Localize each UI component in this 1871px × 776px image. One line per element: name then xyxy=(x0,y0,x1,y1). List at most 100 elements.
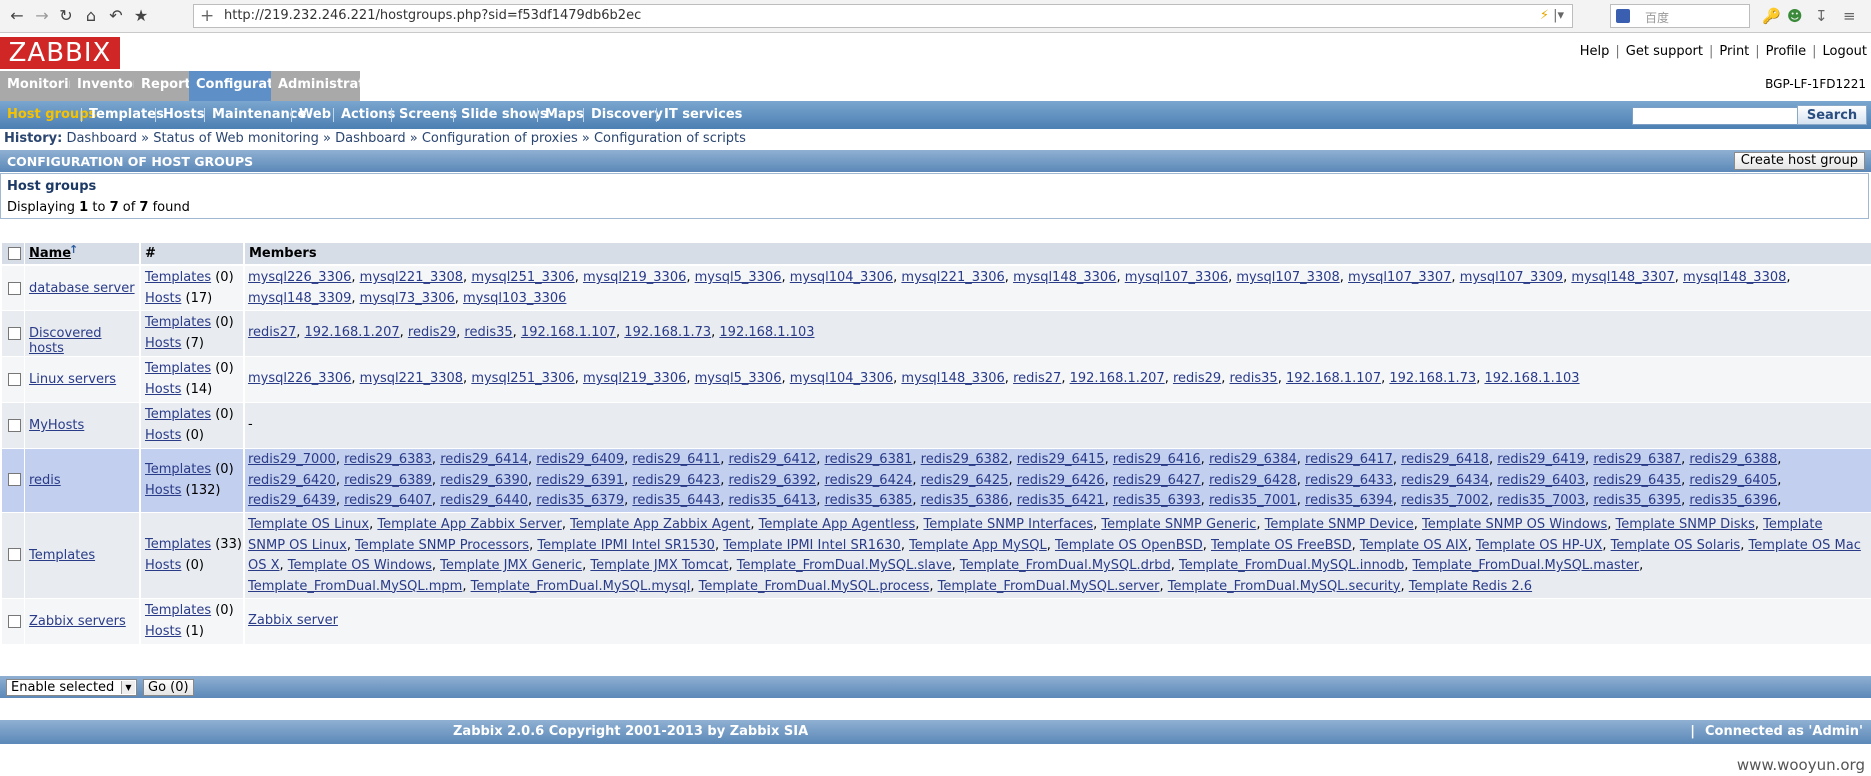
member-link[interactable]: redis29_6411 xyxy=(632,452,720,467)
history-item[interactable]: Configuration of proxies xyxy=(422,131,578,146)
row-checkbox[interactable] xyxy=(8,548,21,561)
select-all-checkbox[interactable] xyxy=(8,247,21,260)
member-link[interactable]: Template_FromDual.MySQL.innodb xyxy=(1179,558,1404,573)
member-link[interactable]: Template App Agentless xyxy=(759,517,916,532)
tab-monitoring[interactable]: Monitoring xyxy=(0,71,87,101)
chevron-down-icon[interactable]: ▼ xyxy=(121,681,135,694)
forward-icon[interactable]: → xyxy=(31,6,53,26)
member-link[interactable]: Template SNMP Disks xyxy=(1616,517,1755,532)
member-link[interactable]: redis29_6387 xyxy=(1593,452,1681,467)
member-link[interactable]: mysql221_3306 xyxy=(901,270,1004,285)
member-link[interactable]: redis29_6420 xyxy=(248,473,336,488)
member-link[interactable]: redis29_6384 xyxy=(1209,452,1297,467)
member-link[interactable]: redis35_7002 xyxy=(1401,493,1489,508)
hosts-link[interactable]: Hosts xyxy=(145,558,181,573)
member-link[interactable]: redis35_6395 xyxy=(1593,493,1681,508)
member-link[interactable]: redis29_7000 xyxy=(248,452,336,467)
member-link[interactable]: redis35_6385 xyxy=(825,493,913,508)
member-link[interactable]: Template_FromDual.MySQL.security xyxy=(1168,579,1401,594)
hosts-link[interactable]: Hosts xyxy=(145,382,181,397)
member-link[interactable]: mysql251_3306 xyxy=(471,270,574,285)
user-icon[interactable]: ☻ xyxy=(1787,7,1803,25)
submenu-templates[interactable]: Templates xyxy=(89,107,164,122)
member-link[interactable]: mysql226_3306 xyxy=(248,270,351,285)
hosts-link[interactable]: Hosts xyxy=(145,624,181,639)
reload-icon[interactable]: ↻ xyxy=(55,6,77,26)
member-link[interactable]: Template_FromDual.MySQL.drbd xyxy=(960,558,1171,573)
group-name-link[interactable]: Linux servers xyxy=(29,372,116,387)
member-link[interactable]: 192.168.1.103 xyxy=(1484,371,1579,386)
key-icon[interactable]: 🔑 xyxy=(1762,7,1781,25)
member-link[interactable]: redis29_6414 xyxy=(440,452,528,467)
member-link[interactable]: Template SNMP Processors xyxy=(355,538,529,553)
mass-action-select[interactable]: Enable selected ▼ xyxy=(6,679,137,696)
member-link[interactable]: 192.168.1.107 xyxy=(521,325,616,340)
member-link[interactable]: redis29_6439 xyxy=(248,493,336,508)
member-link[interactable]: Template_FromDual.MySQL.slave xyxy=(737,558,952,573)
member-link[interactable]: mysql226_3306 xyxy=(248,371,351,386)
member-link[interactable]: 192.168.1.73 xyxy=(1389,371,1476,386)
member-link[interactable]: mysql148_3306 xyxy=(901,371,1004,386)
submenu-discovery[interactable]: Discovery xyxy=(591,107,663,122)
member-link[interactable]: Template SNMP Device xyxy=(1265,517,1414,532)
group-name-link[interactable]: Zabbix servers xyxy=(29,614,126,629)
url-text[interactable]: http://219.232.246.221/hostgroups.php?si… xyxy=(224,8,641,23)
member-link[interactable]: mysql221_3308 xyxy=(360,371,463,386)
member-link[interactable]: mysql148_3306 xyxy=(1013,270,1116,285)
member-link[interactable]: Template OS Linux xyxy=(248,517,369,532)
member-link[interactable]: redis35_6394 xyxy=(1305,493,1393,508)
member-link[interactable]: 192.168.1.73 xyxy=(624,325,711,340)
member-link[interactable]: Template_FromDual.MySQL.mpm xyxy=(248,579,462,594)
member-link[interactable]: 192.168.1.103 xyxy=(719,325,814,340)
zabbix-logo[interactable]: ZABBIX xyxy=(0,37,120,69)
member-link[interactable]: redis29_6440 xyxy=(440,493,528,508)
search-button[interactable]: Search xyxy=(1797,105,1867,125)
member-link[interactable]: redis27 xyxy=(248,325,296,340)
member-link[interactable]: Template App Zabbix Server xyxy=(377,517,561,532)
member-link[interactable]: redis29_6382 xyxy=(921,452,1009,467)
member-link[interactable]: Template App Zabbix Agent xyxy=(570,517,750,532)
member-link[interactable]: redis29 xyxy=(1173,371,1221,386)
member-link[interactable]: mysql5_3306 xyxy=(695,270,782,285)
member-link[interactable]: redis29_6427 xyxy=(1113,473,1201,488)
member-link[interactable]: 192.168.1.207 xyxy=(1070,371,1165,386)
member-link[interactable]: redis35_6379 xyxy=(536,493,624,508)
member-link[interactable]: redis29_6391 xyxy=(536,473,624,488)
member-link[interactable]: mysql148_3307 xyxy=(1571,270,1674,285)
member-link[interactable]: redis29_6405 xyxy=(1689,473,1777,488)
member-link[interactable]: redis35_6386 xyxy=(921,493,1009,508)
member-link[interactable]: mysql219_3306 xyxy=(583,270,686,285)
member-link[interactable]: mysql219_3306 xyxy=(583,371,686,386)
member-link[interactable]: redis29_6388 xyxy=(1689,452,1777,467)
menu-icon[interactable]: ≡ xyxy=(1843,7,1856,25)
member-link[interactable]: redis29_6390 xyxy=(440,473,528,488)
member-link[interactable]: 192.168.1.107 xyxy=(1286,371,1381,386)
member-link[interactable]: redis29_6428 xyxy=(1209,473,1297,488)
member-link[interactable]: Template IPMI Intel SR1630 xyxy=(723,538,901,553)
search-engine-icon[interactable] xyxy=(1616,9,1630,23)
member-link[interactable]: mysql107_3308 xyxy=(1236,270,1339,285)
member-link[interactable]: mysql221_3308 xyxy=(360,270,463,285)
member-link[interactable]: redis29 xyxy=(408,325,456,340)
templates-link[interactable]: Templates xyxy=(145,462,211,477)
hosts-link[interactable]: Hosts xyxy=(145,428,181,443)
hosts-link[interactable]: Hosts xyxy=(145,336,181,351)
member-link[interactable]: Template OS FreeBSD xyxy=(1211,538,1352,553)
history-item[interactable]: Dashboard xyxy=(66,131,137,146)
member-link[interactable]: mysql148_3308 xyxy=(1683,270,1786,285)
row-checkbox[interactable] xyxy=(8,615,21,628)
submenu-actions[interactable]: Actions xyxy=(341,107,395,122)
member-link[interactable]: Template OS OpenBSD xyxy=(1055,538,1203,553)
sort-name-link[interactable]: Name xyxy=(29,246,71,261)
member-link[interactable]: redis29_6407 xyxy=(344,493,432,508)
member-link[interactable]: redis27 xyxy=(1013,371,1061,386)
row-checkbox[interactable] xyxy=(8,327,21,340)
templates-link[interactable]: Templates xyxy=(145,537,211,552)
templates-link[interactable]: Templates xyxy=(145,407,211,422)
member-link[interactable]: redis35 xyxy=(1229,371,1277,386)
group-name-link[interactable]: Templates xyxy=(29,548,95,563)
go-button[interactable]: Go (0) xyxy=(143,679,194,696)
member-link[interactable]: redis35_6421 xyxy=(1017,493,1105,508)
member-link[interactable]: mysql148_3309 xyxy=(248,291,351,306)
member-link[interactable]: mysql107_3306 xyxy=(1125,270,1228,285)
